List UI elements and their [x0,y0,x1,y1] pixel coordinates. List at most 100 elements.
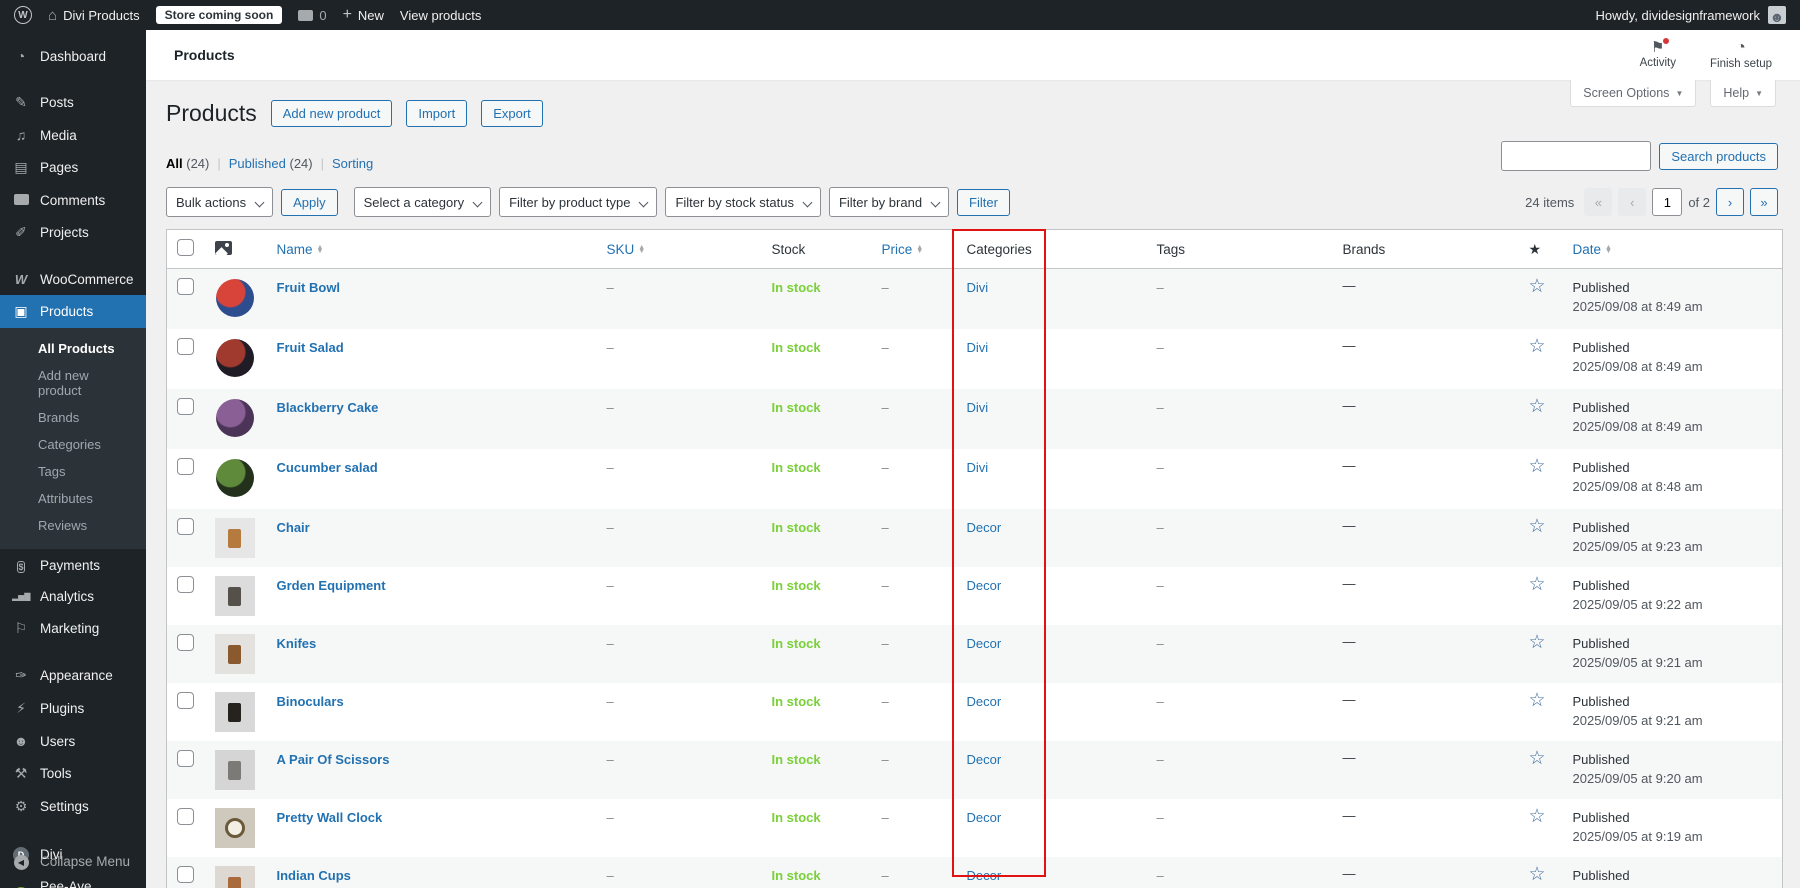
featured-star-icon[interactable]: ☆ [1529,276,1546,297]
row-checkbox[interactable] [177,866,194,883]
product-name-link[interactable]: Fruit Salad [277,338,344,355]
new-content-menu[interactable]: + New [343,7,384,23]
sidebar-item-settings[interactable]: ⚙ Settings [0,790,146,823]
product-thumbnail[interactable] [214,576,255,616]
featured-star-icon[interactable]: ☆ [1529,396,1546,417]
submenu-item-brands[interactable]: Brands [0,404,146,431]
row-checkbox[interactable] [177,458,194,475]
product-name-link[interactable]: Fruit Bowl [277,278,341,295]
product-name-link[interactable]: Pretty Wall Clock [277,808,383,825]
search-products-input[interactable] [1501,141,1652,171]
view-sorting-link[interactable]: Sorting [332,156,373,171]
search-products-button[interactable]: Search products [1659,142,1778,170]
category-link[interactable]: Decor [967,808,1002,825]
sidebar-item-products[interactable]: ▣ Products [0,295,146,328]
submenu-item-tags[interactable]: Tags [0,458,146,485]
featured-star-icon[interactable]: ☆ [1529,748,1546,769]
category-link[interactable]: Decor [967,518,1002,535]
sidebar-item-tools[interactable]: ⚒ Tools [0,757,146,790]
wordpress-logo[interactable]: W [14,6,32,24]
screen-options-tab[interactable]: Screen Options ▼ [1570,80,1697,107]
row-checkbox[interactable] [177,398,194,415]
view-products-link[interactable]: View products [400,8,481,23]
apply-button[interactable]: Apply [281,188,338,216]
product-thumbnail[interactable] [214,808,255,848]
row-checkbox[interactable] [177,278,194,295]
product-name-link[interactable]: Knifes [277,634,317,651]
sidebar-item-posts[interactable]: ✎ Posts [0,86,146,119]
category-link[interactable]: Decor [967,692,1002,709]
sidebar-item-payments[interactable]: $ Payments [0,549,146,581]
row-checkbox[interactable] [177,808,194,825]
import-button[interactable]: Import [406,100,468,127]
product-name-link[interactable]: Chair [277,518,310,535]
featured-star-icon[interactable]: ☆ [1529,690,1546,711]
product-thumbnail[interactable] [215,278,255,318]
submenu-item-attributes[interactable]: Attributes [0,485,146,512]
row-checkbox[interactable] [177,518,194,535]
featured-star-icon[interactable]: ☆ [1529,574,1546,595]
last-page-button[interactable]: » [1750,188,1778,216]
help-tab[interactable]: Help ▼ [1710,80,1776,107]
filter-button[interactable]: Filter [957,188,1010,216]
product-thumbnail[interactable] [215,398,255,438]
submenu-item-categories[interactable]: Categories [0,431,146,458]
sidebar-item-plugins[interactable]: ⚡ Plugins [0,692,146,725]
category-link[interactable]: Divi [967,458,989,475]
product-name-link[interactable]: Cucumber salad [277,458,378,475]
sidebar-item-marketing[interactable]: ⚐ Marketing [0,612,146,645]
view-all-link[interactable]: All (24) [166,156,209,171]
price-column-header[interactable]: Price ▲ ▼ [871,229,957,269]
product-type-filter-select[interactable]: Filter by product type [499,187,658,217]
category-link[interactable]: Divi [967,338,989,355]
product-thumbnail[interactable] [214,692,255,732]
sidebar-item-users[interactable]: ☻ Users [0,725,146,757]
category-link[interactable]: Decor [967,576,1002,593]
prev-page-button[interactable]: ‹ [1618,188,1647,216]
submenu-item-add-new-product[interactable]: Add new product [0,362,146,404]
row-checkbox[interactable] [177,634,194,651]
user-avatar[interactable]: ☻ [1768,6,1786,24]
featured-star-icon[interactable]: ☆ [1529,516,1546,537]
first-page-button[interactable]: « [1584,188,1613,216]
product-thumbnail[interactable] [215,338,255,378]
featured-star-icon[interactable]: ☆ [1529,632,1546,653]
bulk-actions-select[interactable]: Bulk actions [166,187,274,217]
product-thumbnail[interactable] [214,866,255,888]
sidebar-item-projects[interactable]: ✐ Projects [0,216,146,249]
sidebar-item-dashboard[interactable]: ◔ Dashboard [0,40,146,72]
category-link[interactable]: Decor [967,866,1002,883]
featured-star-icon[interactable]: ☆ [1529,864,1546,885]
product-thumbnail[interactable] [214,634,255,674]
row-checkbox[interactable] [177,338,194,355]
comments-menu[interactable]: 0 [298,8,327,23]
add-new-product-button[interactable]: Add new product [270,100,393,127]
select-all-checkbox[interactable] [177,239,194,256]
date-column-header[interactable]: Date ▲ ▼ [1562,229,1783,269]
product-name-link[interactable]: Grden Equipment [277,576,386,593]
product-name-link[interactable]: Blackberry Cake [277,398,379,415]
view-published-link[interactable]: Published (24) [229,156,313,171]
sidebar-item-pages[interactable]: ▤ Pages [0,151,146,184]
category-link[interactable]: Decor [967,750,1002,767]
category-link[interactable]: Divi [967,278,989,295]
sidebar-item-comments[interactable]: Comments [0,184,146,216]
activity-button[interactable]: ⚑ Activity [1640,38,1676,70]
category-link[interactable]: Decor [967,634,1002,651]
sku-column-header[interactable]: SKU ▲ ▼ [596,229,762,269]
row-checkbox[interactable] [177,692,194,709]
sidebar-item-woocommerce[interactable]: W WooCommerce [0,263,146,295]
featured-star-icon[interactable]: ☆ [1529,456,1546,477]
howdy-account-menu[interactable]: Howdy, dividesignframework [1596,8,1761,23]
product-thumbnail[interactable] [214,750,255,790]
brand-filter-select[interactable]: Filter by brand [828,187,950,217]
category-filter-select[interactable]: Select a category [353,187,492,217]
product-name-link[interactable]: A Pair Of Scissors [277,750,390,767]
submenu-item-all-products[interactable]: All Products [0,335,146,362]
row-checkbox[interactable] [177,750,194,767]
export-button[interactable]: Export [481,100,543,127]
product-thumbnail[interactable] [214,518,255,558]
sidebar-item-analytics[interactable]: ▂▅▇ Analytics [0,581,146,612]
submenu-item-reviews[interactable]: Reviews [0,512,146,539]
category-link[interactable]: Divi [967,398,989,415]
